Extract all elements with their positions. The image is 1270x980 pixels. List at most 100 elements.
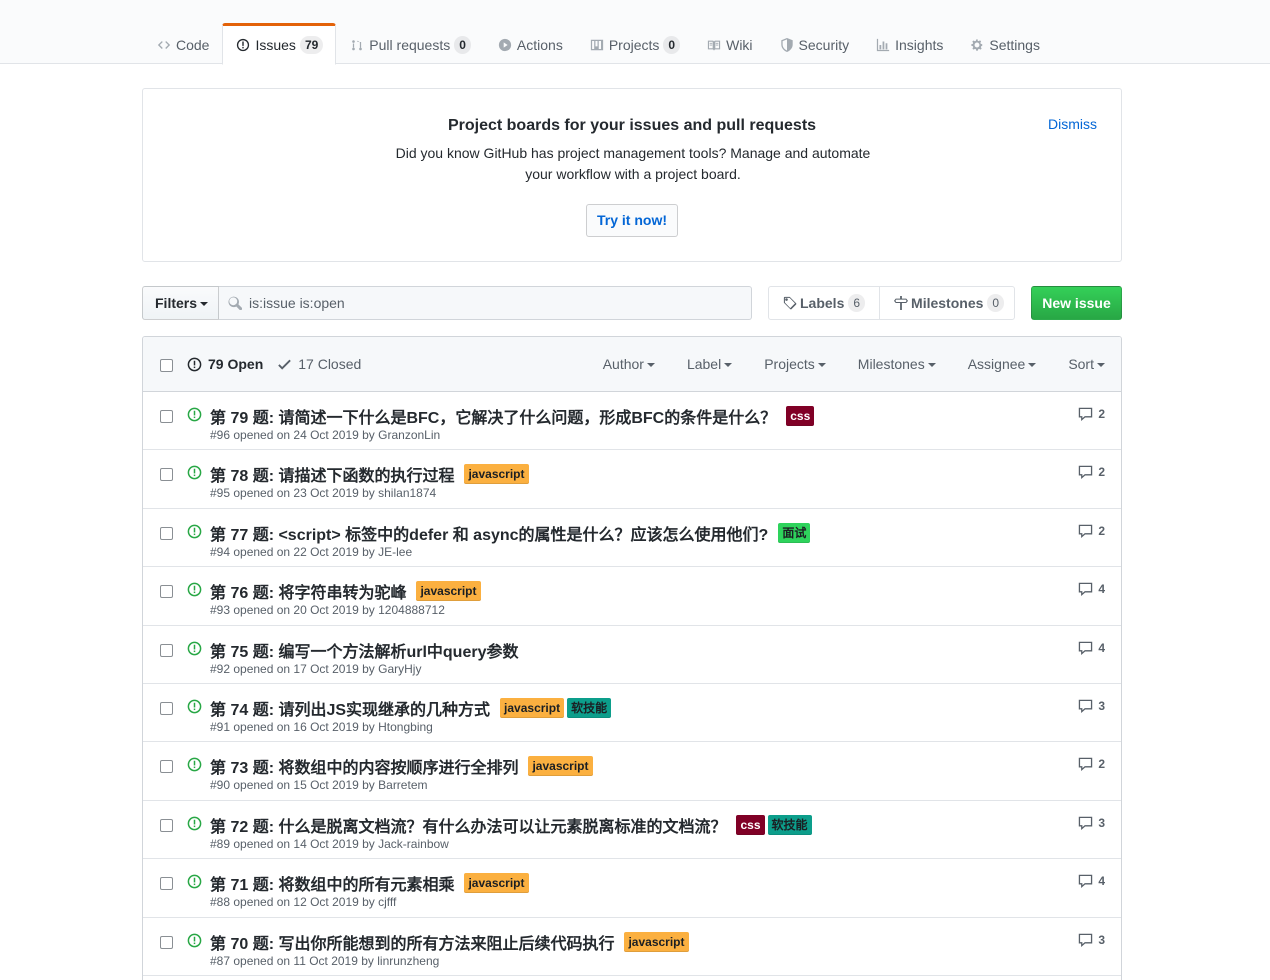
labels-count: 6	[848, 294, 866, 312]
dismiss-link[interactable]: Dismiss	[1048, 116, 1097, 132]
issue-title-link[interactable]: 第 74 题: 请列出JS实现继承的几种方式	[210, 696, 490, 720]
issue-comments-count: 2	[1098, 757, 1105, 772]
issue-checkbox[interactable]	[160, 643, 173, 657]
issue-label[interactable]: 软技能	[767, 814, 812, 835]
try-it-now-button[interactable]: Try it now!	[586, 204, 678, 237]
tab-projects[interactable]: Projects 0	[576, 23, 693, 64]
issue-opened-icon	[187, 699, 202, 714]
sort-dropdown-label: Sort	[1068, 356, 1094, 372]
select-all-checkbox[interactable]	[160, 359, 173, 372]
issue-label[interactable]: 软技能	[567, 697, 612, 718]
sort-dropdown-projects[interactable]: Projects	[764, 356, 826, 372]
issue-row: 第 73 题: 将数组中的内容按顺序进行全排列 javascript #90 ope…	[143, 742, 1121, 801]
new-issue-button[interactable]: New issue	[1031, 286, 1122, 320]
issue-checkbox[interactable]	[160, 468, 173, 482]
issue-checkbox[interactable]	[160, 935, 173, 949]
tab-security[interactable]: Security	[766, 23, 863, 64]
tab-insights[interactable]: Insights	[862, 23, 956, 64]
sort-dropdown-author[interactable]: Author	[603, 356, 655, 372]
tab-wiki[interactable]: Wiki	[693, 23, 765, 64]
issue-comments-count: 2	[1098, 465, 1105, 480]
project-icon	[589, 37, 605, 53]
issue-meta: #92 opened on 17 Oct 2019 by GaryHjy	[210, 661, 422, 676]
issue-checkbox[interactable]	[160, 410, 173, 423]
issue-comments-link[interactable]: 4	[1078, 874, 1105, 889]
issue-comments-link[interactable]: 4	[1078, 641, 1105, 655]
issue-checkbox[interactable]	[160, 701, 173, 715]
issue-row: 第 75 题: 编写一个方法解析url中query参数 #92 opened on…	[143, 626, 1121, 684]
tab-label: Issues	[255, 37, 296, 53]
issue-comments-link[interactable]: 2	[1078, 757, 1105, 772]
issue-label[interactable]: css	[736, 814, 765, 835]
milestones-button[interactable]: Milestones 0	[879, 287, 1018, 319]
issue-title-link[interactable]: 第 73 题: 将数组中的内容按顺序进行全排列	[210, 754, 518, 778]
filters-button[interactable]: Filters	[142, 286, 219, 320]
sort-dropdown-milestones[interactable]: Milestones	[858, 356, 936, 372]
code-icon	[156, 37, 172, 53]
issue-row: 第 71 题: 将数组中的所有元素相乘 javascript #88 opened …	[143, 859, 1121, 918]
issue-comments-link[interactable]: 2	[1078, 407, 1105, 421]
issue-label[interactable]: javascript	[528, 756, 593, 777]
issue-title-link[interactable]: 第 75 题: 编写一个方法解析url中query参数	[210, 638, 518, 662]
tab-counter: 79	[299, 36, 324, 54]
comment-icon	[1079, 933, 1093, 947]
repo-nav: Code Issues 79 Pull requests 0 Actions Project…	[0, 0, 1270, 65]
issue-opened-icon	[187, 524, 202, 539]
issue-label[interactable]: javascript	[464, 464, 529, 485]
issue-title-link[interactable]: 第 71 题: 将数组中的所有元素相乘	[210, 871, 454, 895]
open-issues-link[interactable]: 79 Open	[187, 356, 263, 372]
tab-label: Code	[176, 36, 210, 53]
issue-search-input[interactable]	[249, 287, 809, 319]
comment-icon	[1079, 582, 1093, 597]
closed-issues-link[interactable]: 17 Closed	[277, 356, 361, 372]
caret-down-icon	[200, 302, 209, 307]
filters-bar: Filters	[142, 286, 809, 320]
issue-label[interactable]: 面试	[778, 522, 811, 543]
issue-title-link[interactable]: 第 78 题: 请描述下函数的执行过程	[210, 462, 454, 486]
banner-line-1: Did you know GitHub has project manageme…	[395, 145, 871, 161]
issue-checkbox[interactable]	[160, 526, 173, 540]
issue-label[interactable]: javascript	[416, 581, 481, 602]
issue-title-line: 第 76 题: 将字符串转为驼峰 javascript	[210, 579, 481, 603]
tab-counter: 0	[663, 35, 681, 54]
issue-comments-link[interactable]: 2	[1078, 524, 1105, 538]
issue-meta: #96 opened on 24 Oct 2019 by GranzonLin	[210, 428, 441, 442]
issue-comments-link[interactable]: 3	[1078, 699, 1105, 713]
project-boards-banner: Project boards for your issues and pull …	[142, 88, 1122, 262]
issue-comments-link[interactable]: 3	[1078, 816, 1105, 830]
tag-icon	[783, 295, 800, 311]
issue-title-link[interactable]: 第 72 题: 什么是脱离文档流？有什么办法可以让元素脱离标准的文档流？	[210, 813, 726, 837]
tab-actions[interactable]: Actions	[484, 23, 576, 64]
issue-checkbox[interactable]	[160, 818, 173, 832]
issue-title-link[interactable]: 第 79 题: 请简述一下什么是BFC，它解决了什么问题，形成BFC的条件是什么…	[210, 404, 776, 428]
issue-label[interactable]: javascript	[464, 873, 529, 894]
issue-title-link[interactable]: 第 70 题: 写出你所能想到的所有方法来阻止后续代码执行	[210, 930, 614, 954]
comment-icon	[1079, 816, 1093, 830]
issue-comments-link[interactable]: 3	[1078, 933, 1105, 947]
issue-checkbox[interactable]	[160, 877, 173, 891]
issue-opened-icon	[187, 641, 202, 656]
issue-row: 第 78 题: 请描述下函数的执行过程 javascript #95 opened …	[143, 450, 1121, 509]
issue-label[interactable]: css	[786, 406, 815, 426]
issue-checkbox[interactable]	[160, 760, 173, 774]
issue-opened-icon	[187, 465, 202, 480]
sort-dropdown-label[interactable]: Label	[687, 356, 733, 372]
issue-checkbox[interactable]	[160, 585, 173, 599]
issue-title-link[interactable]: 第 76 题: 将字符串转为驼峰	[210, 579, 406, 603]
issue-label[interactable]: javascript	[500, 697, 565, 718]
caret-down-icon	[927, 363, 936, 368]
issue-meta: #93 opened on 20 Oct 2019 by 1204888712	[210, 603, 445, 618]
banner-line-2: your workflow with a project board.	[525, 166, 741, 182]
issue-comments-link[interactable]: 2	[1078, 465, 1105, 480]
issue-label[interactable]: javascript	[624, 931, 689, 952]
sort-dropdown-sort[interactable]: Sort	[1068, 356, 1105, 372]
labels-button[interactable]: Labels 6	[769, 287, 879, 319]
issue-comments-link[interactable]: 4	[1078, 582, 1105, 597]
issue-title-link[interactable]: 第 77 题: <script> 标签中的defer 和 async的属性是什么…	[210, 521, 768, 545]
tab-issues[interactable]: Issues 79	[222, 23, 337, 65]
sort-dropdown-assignee[interactable]: Assignee	[968, 356, 1037, 372]
tab-settings[interactable]: Settings	[956, 23, 1053, 64]
issue-meta: #87 opened on 11 Oct 2019 by linrunzheng	[210, 953, 440, 968]
tab-pull-requests[interactable]: Pull requests 0	[336, 23, 484, 64]
tab-code[interactable]: Code	[143, 23, 222, 64]
